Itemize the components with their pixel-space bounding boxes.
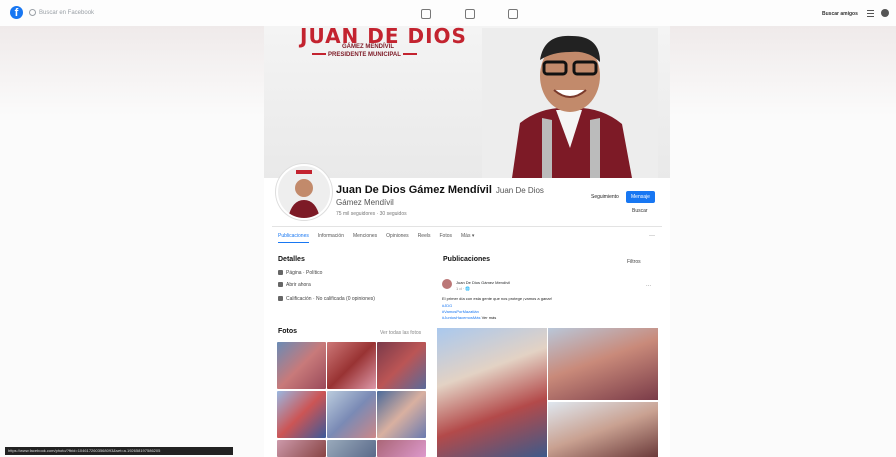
cover-role-text: PRESIDENTE MUNICIPAL [328,52,401,58]
search-placeholder: Buscar en Facebook [39,10,95,16]
cover-person-image [482,28,658,178]
detail-text: Abrir ahora [286,282,311,288]
menu-grid-icon[interactable] [867,10,874,17]
avatar-image [278,166,330,218]
photo-thumbnail[interactable] [377,391,426,438]
cover-subtitle-role: PRESIDENTE MUNICIPAL [310,52,419,58]
search-icon [29,8,36,16]
tab-publicaciones[interactable]: Publicaciones [278,233,309,243]
profile-search-label: Buscar [632,208,648,214]
detail-row-rating: Calificación · No calificada (0 opinione… [278,296,375,302]
cover-subtitle-name: GÁMEZ MENDÍVIL [342,44,394,50]
clock-icon [278,282,283,288]
video-icon[interactable] [465,9,475,19]
see-all-photos-link[interactable]: Ver todas las fotos [380,330,421,336]
profile-name: Juan De Dios Gámez Mendívil Juan De Dios [336,184,544,196]
post-hashtag[interactable]: #VamosPorMazatlán [442,309,479,314]
followers-count[interactable]: 75 mil seguidores · 30 seguidos [336,211,407,217]
profile-alt-name: Juan De Dios [495,186,544,195]
tab-fotos[interactable]: Fotos [439,233,452,243]
info-icon [278,270,283,276]
cover-photo[interactable]: JUAN DE DIOS GÁMEZ MENDÍVIL PRESIDENTE M… [264,26,670,178]
photo-thumbnail[interactable] [327,342,376,389]
post-author-avatar[interactable] [442,279,452,289]
facebook-logo-icon[interactable]: f [10,6,23,19]
photos-title: Fotos [278,328,298,335]
profile-alt-name-2: Gámez Mendívil [336,198,394,207]
search-input[interactable]: Buscar en Facebook [29,8,109,18]
post-timestamp[interactable]: 1 d · 🌐 [456,286,470,291]
top-navigation-bar: f Buscar en Facebook Buscar amigos [0,0,896,27]
photo-thumbnail[interactable] [277,440,326,457]
post-image[interactable] [548,328,658,400]
tabs-divider [272,226,662,227]
post-options-button[interactable]: ··· [646,283,651,289]
find-friends-link[interactable]: Buscar amigos [822,11,858,17]
message-button[interactable]: Mensaje [626,191,655,203]
detail-text: Página · Político [286,270,323,276]
decor-bar [402,53,417,56]
photo-thumbnail[interactable] [377,440,426,457]
profile-tabs: Publicaciones Información Menciones Opin… [278,233,474,243]
photo-thumbnail[interactable] [327,391,376,438]
see-more-link[interactable]: Ver más [482,315,497,320]
posts-title: Publicaciones [443,256,491,263]
post-hashtag-text[interactable]: #JuntosHacemosMás [442,315,480,320]
tabs-more-options[interactable]: ··· [649,233,655,239]
filters-button[interactable]: Filtros [627,259,641,265]
profile-avatar[interactable] [276,164,332,220]
detail-text: Calificación · No calificada (0 opinione… [286,296,375,302]
follow-button-label: Seguimiento [591,194,619,200]
detail-row-open: Abrir ahora [278,282,311,288]
details-title: Detalles [278,256,305,263]
photo-thumbnail[interactable] [377,342,426,389]
account-avatar-icon[interactable] [881,9,889,17]
tab-opiniones[interactable]: Opiniones [386,233,409,243]
tab-mas[interactable]: Más ▾ [461,233,474,243]
post-hashtag[interactable]: #JDG [442,303,452,308]
post-image-large[interactable] [437,328,547,457]
decor-bar [312,53,326,56]
tab-reels[interactable]: Reels [418,233,431,243]
home-icon[interactable] [421,9,431,19]
tab-informacion[interactable]: Información [318,233,344,243]
detail-row-page-type: Página · Político [278,270,322,276]
groups-icon[interactable] [508,9,518,19]
follow-button[interactable]: Seguimiento [586,191,624,203]
profile-name-text: Juan De Dios Gámez Mendívil [336,184,492,196]
tab-menciones[interactable]: Menciones [353,233,377,243]
message-button-label: Mensaje [631,194,650,200]
photo-thumbnail[interactable] [277,391,326,438]
post-hashtag: #JuntosHacemosMás Ver más [442,315,496,320]
post-text: El primer día con esta gente que nos pro… [442,296,553,301]
photo-thumbnail[interactable] [277,342,326,389]
star-icon [278,296,283,302]
post-author-name[interactable]: Juan De Dios Gámez Mendívil [456,280,510,285]
status-bar-url: https://www.facebook.com/photo/?fbid=104… [5,447,233,455]
photo-thumbnail[interactable] [327,440,376,457]
details-card: Detalles Página · Político Abrir ahora C… [272,250,430,320]
post-image[interactable] [548,402,658,457]
profile-search-button[interactable]: Buscar [632,208,648,214]
